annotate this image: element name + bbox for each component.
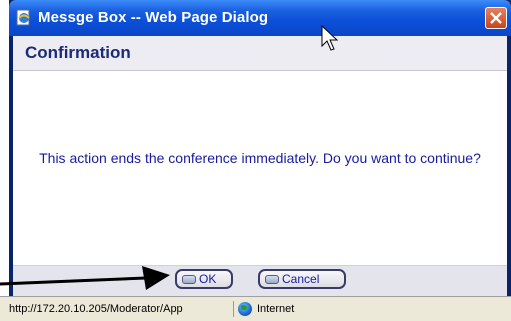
cancel-button-label: Cancel bbox=[282, 272, 320, 286]
dialog-body: Confirmation This action ends the confer… bbox=[13, 36, 507, 297]
heading-band: Confirmation bbox=[13, 36, 507, 71]
zone-label: Internet bbox=[257, 303, 295, 315]
button-bar: OK Cancel bbox=[13, 265, 507, 297]
button-icon bbox=[182, 274, 196, 284]
window-title: Messge Box -- Web Page Dialog bbox=[38, 9, 269, 26]
close-button[interactable] bbox=[485, 7, 507, 29]
confirmation-message: This action ends the conference immediat… bbox=[39, 150, 481, 166]
security-zone: Internet bbox=[238, 301, 294, 317]
button-icon bbox=[265, 274, 279, 284]
dialog-window: Messge Box -- Web Page Dialog Confirmati… bbox=[9, 0, 511, 297]
globe-icon bbox=[238, 302, 252, 316]
title-bar[interactable]: Messge Box -- Web Page Dialog bbox=[9, 0, 511, 36]
ok-button-label: OK bbox=[199, 272, 217, 286]
status-url: http://172.20.10.205/Moderator/App bbox=[9, 301, 234, 317]
status-bar: http://172.20.10.205/Moderator/App Inter… bbox=[0, 296, 511, 321]
cancel-button[interactable]: Cancel bbox=[258, 269, 346, 289]
close-icon bbox=[490, 12, 502, 24]
dialog-heading: Confirmation bbox=[25, 43, 131, 62]
ok-button[interactable]: OK bbox=[175, 269, 233, 289]
ie-page-icon bbox=[16, 9, 30, 26]
